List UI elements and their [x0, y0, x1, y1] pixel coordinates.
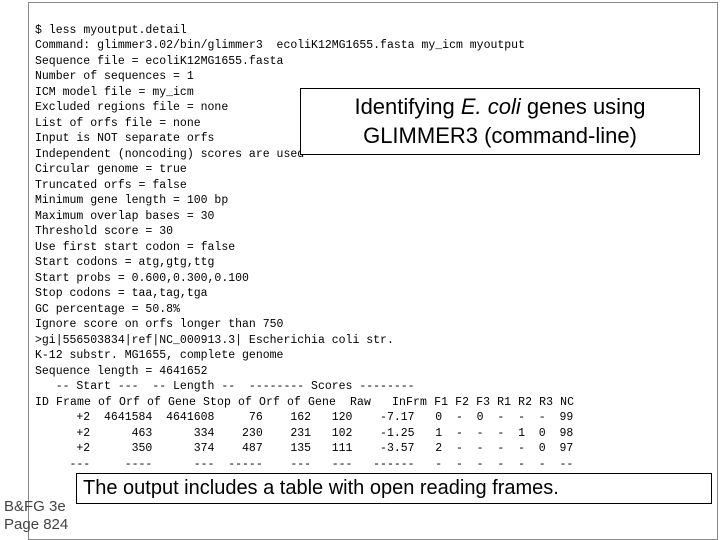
out-line: Maximum overlap bases = 30	[35, 210, 214, 223]
out-line: Sequence length = 4641652	[35, 365, 208, 378]
out-line: Independent (noncoding) scores are used	[35, 148, 304, 161]
out-line: Number of sequences = 1	[35, 70, 194, 83]
prompt-char: $	[35, 24, 49, 37]
callout-text: Identifying	[354, 94, 460, 119]
out-line: Start codons = atg,gtg,ttg	[35, 256, 214, 269]
out-line: Sequence file = ecoliK12MG1655.fasta	[35, 55, 283, 68]
callout-italic: E. coli	[461, 94, 521, 119]
out-line: List of orfs file = none	[35, 117, 201, 130]
out-line: Ignore score on orfs longer than 750	[35, 318, 283, 331]
out-line: Start probs = 0.600,0.300,0.100	[35, 272, 249, 285]
out-line: K-12 substr. MG1655, complete genome	[35, 349, 283, 362]
terminal-output: $ less myoutput.detail Command: glimmer3…	[28, 2, 718, 540]
book-ref: B&FG 3e	[4, 498, 68, 516]
out-line: >gi|556503834|ref|NC_000913.3| Escherich…	[35, 334, 394, 347]
out-line: Use first start codon = false	[35, 241, 235, 254]
out-line: Circular genome = true	[35, 163, 187, 176]
table-header: ID Frame of Orf of Gene Stop of Orf of G…	[35, 396, 574, 409]
page-reference: B&FG 3e Page 824	[4, 498, 68, 534]
callout-title: Identifying E. coli genes using GLIMMER3…	[300, 88, 700, 155]
table-dash-line: -- Start --- -- Length -- -------- Score…	[35, 380, 415, 393]
out-line: Stop codons = taa,tag,tga	[35, 287, 208, 300]
callout-caption: The output includes a table with open re…	[76, 473, 712, 504]
out-line: Input is NOT separate orfs	[35, 132, 214, 145]
page-ref: Page 824	[4, 516, 68, 534]
command-text: less myoutput.detail	[49, 24, 187, 37]
out-line: ICM model file = my_icm	[35, 86, 194, 99]
out-line: Truncated orfs = false	[35, 179, 187, 192]
out-line: Command: glimmer3.02/bin/glimmer3 ecoliK…	[35, 39, 525, 52]
out-line: Excluded regions file = none	[35, 101, 228, 114]
out-line: Minimum gene length = 100 bp	[35, 194, 228, 207]
out-line: GC percentage = 50.8%	[35, 303, 180, 316]
out-line: Threshold score = 30	[35, 225, 173, 238]
